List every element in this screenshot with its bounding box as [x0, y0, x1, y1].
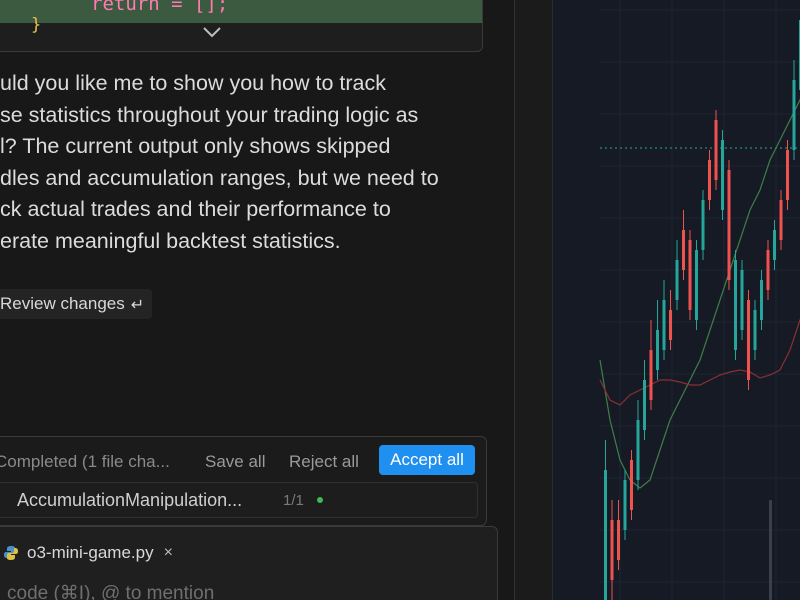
- context-file-name: o3-mini-game.py: [27, 543, 154, 562]
- context-file-chip[interactable]: o3-mini-game.py ×: [3, 539, 173, 567]
- candle-body: [786, 150, 789, 200]
- changes-status: Completed (1 file cha...: [0, 452, 170, 471]
- changed-file-name: AccumulationManipulation...: [17, 490, 243, 510]
- candle-body: [747, 300, 750, 380]
- changed-file-count: 1/1: [283, 492, 304, 509]
- candle-body: [669, 310, 672, 340]
- composer-panel: o3-mini-game.py × code (⌘I), @ to mentio…: [0, 526, 498, 600]
- candle-body: [688, 240, 692, 310]
- candle-body: [708, 160, 711, 200]
- candle-body: [656, 330, 659, 370]
- candle-body: [610, 520, 614, 580]
- candle-body: [740, 270, 744, 330]
- candle-body: [779, 200, 783, 240]
- moving-average-green: [599, 97, 800, 489]
- message-line: se statistics throughout your trading lo…: [0, 102, 419, 127]
- gutter: [515, 0, 552, 600]
- candle-body: [682, 230, 685, 270]
- composer-input[interactable]: code (⌘I), @ to mention: [7, 582, 214, 600]
- code-highlight-line: [0, 0, 482, 23]
- candle-body: [760, 280, 763, 320]
- price-chart[interactable]: [553, 0, 800, 600]
- python-icon: [4, 546, 18, 560]
- candle-body: [734, 260, 737, 350]
- message-line: dles and accumulation ranges, but we nee…: [0, 165, 439, 190]
- message-line: ck actual trades and their performance t…: [0, 197, 391, 221]
- candlestick-chart[interactable]: [553, 0, 800, 600]
- candle-body: [623, 480, 627, 530]
- message-line: uld you like me to show you how to track: [0, 71, 386, 95]
- code-line: return = [];: [91, 0, 229, 15]
- code-block: return = []; }: [0, 0, 483, 52]
- candle-body: [701, 200, 705, 250]
- candle-body: [766, 250, 770, 290]
- code-closing-brace: }: [31, 15, 42, 35]
- candle-body: [721, 140, 724, 210]
- accept-all-button[interactable]: Accept all: [379, 445, 475, 475]
- candle-body: [649, 350, 653, 400]
- message-line: l? The current output only shows skipped: [0, 134, 391, 158]
- candle-body: [753, 310, 757, 350]
- save-all-button[interactable]: Save all: [205, 452, 265, 472]
- candle-body: [675, 260, 679, 300]
- chevron-down-icon[interactable]: [201, 25, 223, 39]
- candle-body: [773, 230, 776, 260]
- chart-scrollbar[interactable]: [769, 500, 772, 600]
- changes-panel: Completed (1 file cha... Save all Reject…: [0, 436, 487, 526]
- candle-body: [662, 300, 666, 350]
- candle-body: [604, 470, 607, 600]
- candle-body: [643, 380, 646, 430]
- review-changes-button[interactable]: Review changes ↵: [0, 289, 153, 319]
- status-dot-icon: [317, 497, 323, 503]
- reject-all-button[interactable]: Reject all: [289, 452, 359, 472]
- message-line: erate meaningful backtest statistics.: [0, 228, 341, 253]
- candle-body: [792, 80, 796, 150]
- changed-file-row[interactable]: AccumulationManipulation... 1/1: [0, 482, 478, 518]
- return-icon: ↵: [130, 294, 145, 314]
- candle-body: [727, 170, 731, 280]
- candle-body: [630, 460, 633, 510]
- close-icon[interactable]: ×: [164, 544, 173, 562]
- candle-body: [617, 520, 620, 560]
- review-changes-label: Review changes: [0, 294, 125, 313]
- changes-header: Completed (1 file cha... Save all Reject…: [0, 445, 486, 477]
- candle-body: [714, 120, 718, 180]
- moving-average-red: [599, 318, 800, 406]
- candle-body: [636, 420, 640, 480]
- candle-body: [695, 250, 698, 320]
- chat-panel: return = []; } uld you like me to show y…: [0, 0, 514, 600]
- assistant-message: uld you like me to show you how to track…: [0, 68, 500, 257]
